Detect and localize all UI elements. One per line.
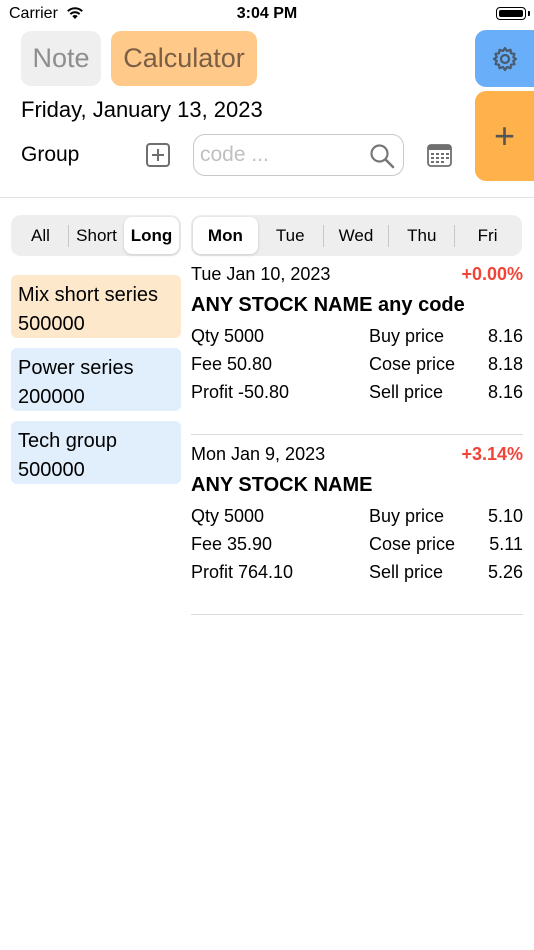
record-stock-name: ANY STOCK NAME xyxy=(191,474,373,496)
tab-mon[interactable]: Mon xyxy=(193,217,258,254)
tab-wed[interactable]: Wed xyxy=(324,217,389,254)
record-qty: Qty 5000 xyxy=(191,326,265,346)
tab-tue[interactable]: Tue xyxy=(258,217,323,254)
tab-all[interactable]: All xyxy=(13,217,68,254)
tab-short[interactable]: Short xyxy=(69,217,124,254)
group-item[interactable]: Tech group 500000 xyxy=(11,421,181,484)
buy-price-label: Buy price xyxy=(369,506,445,526)
sell-price-value: 8.16 xyxy=(487,382,523,402)
add-group-button[interactable] xyxy=(146,143,170,167)
calculator-button[interactable]: Calculator xyxy=(111,31,257,86)
term-filter-segment: All Short Long xyxy=(11,215,181,256)
group-amount: 500000 xyxy=(18,459,85,481)
record-profit: Profit -50.80 xyxy=(191,382,290,402)
sell-price-label: Sell price xyxy=(369,562,444,582)
tab-long[interactable]: Long xyxy=(124,217,179,254)
record-date: Mon Jan 9, 2023 xyxy=(191,444,326,464)
record-change-percent: +0.00% xyxy=(461,264,523,284)
close-price-value: 8.18 xyxy=(487,354,523,374)
weekday-segment: Mon Tue Wed Thu Fri xyxy=(191,215,522,256)
search-input[interactable] xyxy=(200,141,360,169)
tab-thu[interactable]: Thu xyxy=(389,217,454,254)
calendar-button[interactable] xyxy=(427,143,452,167)
record-divider xyxy=(191,434,523,435)
record-stock-name: ANY STOCK NAME any code xyxy=(191,294,465,316)
buy-price-value: 8.16 xyxy=(487,326,523,346)
record-fee: Fee 35.90 xyxy=(191,534,273,554)
record-qty: Qty 5000 xyxy=(191,506,265,526)
search-icon[interactable] xyxy=(369,143,395,169)
group-amount: 200000 xyxy=(18,386,85,408)
record-profit: Profit 764.10 xyxy=(191,562,294,582)
close-price-label: Cose price xyxy=(369,354,456,374)
battery-icon xyxy=(496,7,530,20)
gear-icon xyxy=(492,46,517,71)
clock: 3:04 PM xyxy=(236,5,298,22)
add-record-button[interactable]: + xyxy=(475,91,534,181)
group-item[interactable]: Mix short series 500000 xyxy=(11,275,181,338)
record-date: Tue Jan 10, 2023 xyxy=(191,264,331,284)
calendar-icon xyxy=(427,144,452,167)
group-item[interactable]: Power series 200000 xyxy=(11,348,181,411)
note-button[interactable]: Note xyxy=(21,31,101,86)
record-divider xyxy=(191,614,523,615)
record-fee: Fee 50.80 xyxy=(191,354,273,374)
sell-price-label: Sell price xyxy=(369,382,444,402)
close-price-value: 5.11 xyxy=(489,534,523,554)
group-name: Power series xyxy=(18,357,134,379)
close-price-label: Cose price xyxy=(369,534,456,554)
header-divider xyxy=(0,197,534,198)
settings-button[interactable] xyxy=(475,30,534,87)
status-bar: Carrier 3:04 PM xyxy=(0,0,534,28)
group-name: Tech group xyxy=(18,430,117,452)
search-box xyxy=(193,134,404,176)
sell-price-value: 5.26 xyxy=(487,562,523,582)
plus-square-icon xyxy=(152,149,164,161)
group-amount: 500000 xyxy=(18,313,85,335)
group-label: Group xyxy=(21,143,80,166)
current-date: Friday, January 13, 2023 xyxy=(21,97,263,122)
group-name: Mix short series xyxy=(18,284,159,306)
buy-price-label: Buy price xyxy=(369,326,445,346)
tab-fri[interactable]: Fri xyxy=(455,217,520,254)
record-change-percent: +3.14% xyxy=(461,444,523,464)
plus-icon: + xyxy=(493,115,516,156)
buy-price-value: 5.10 xyxy=(487,506,523,526)
